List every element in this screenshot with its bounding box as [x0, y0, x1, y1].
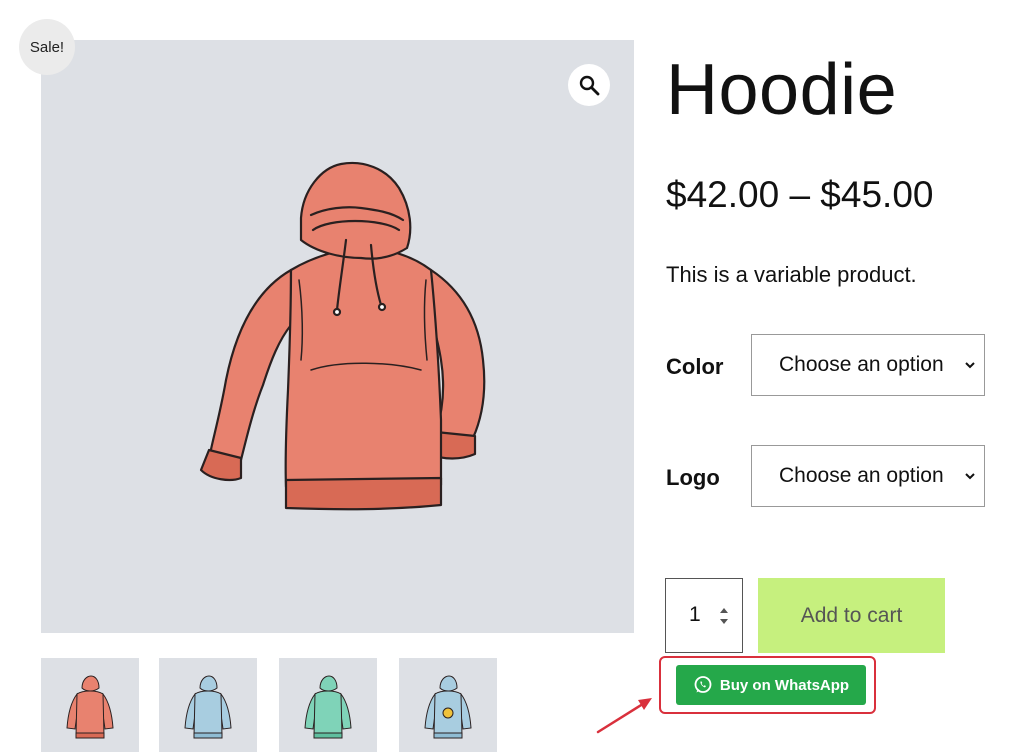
product-main-image[interactable]	[41, 40, 634, 633]
add-to-cart-button[interactable]: Add to cart	[758, 578, 945, 653]
quantity-value: 1	[689, 603, 701, 626]
hoodie-green-icon	[304, 675, 352, 739]
red-arrow-icon	[596, 698, 652, 734]
product-title: Hoodie	[666, 50, 898, 130]
product-description: This is a variable product.	[666, 262, 917, 287]
search-icon	[579, 75, 600, 96]
whatsapp-button-label: Buy on WhatsApp	[719, 676, 850, 694]
color-select-value: Choose an option	[779, 353, 944, 376]
color-label: Color	[666, 354, 724, 379]
quantity-stepper[interactable]: 1	[665, 578, 743, 653]
sale-badge-label: Sale!	[29, 38, 65, 56]
product-price: $42.00 – $45.00	[666, 174, 934, 215]
thumbnail-4[interactable]	[399, 658, 497, 752]
buy-on-whatsapp-button[interactable]: Buy on WhatsApp	[676, 665, 866, 705]
zoom-button[interactable]	[568, 64, 610, 106]
thumbnail-3[interactable]	[279, 658, 377, 752]
thumbnail-2[interactable]	[159, 658, 257, 752]
logo-select[interactable]: Choose an option	[751, 445, 985, 507]
thumbnail-1[interactable]	[41, 658, 139, 752]
hoodie-red-icon	[66, 675, 114, 739]
chevron-down-icon	[965, 473, 975, 480]
spinner-icon[interactable]	[718, 605, 730, 627]
color-select[interactable]: Choose an option	[751, 334, 985, 396]
hoodie-blue-icon	[184, 675, 232, 739]
sale-badge: Sale!	[19, 19, 75, 75]
chevron-down-icon	[965, 362, 975, 369]
whatsapp-icon	[694, 676, 712, 693]
logo-label: Logo	[666, 465, 720, 490]
hoodie-blue-logo-icon	[424, 675, 472, 739]
logo-select-value: Choose an option	[779, 464, 944, 487]
hoodie-illustration	[199, 162, 486, 511]
